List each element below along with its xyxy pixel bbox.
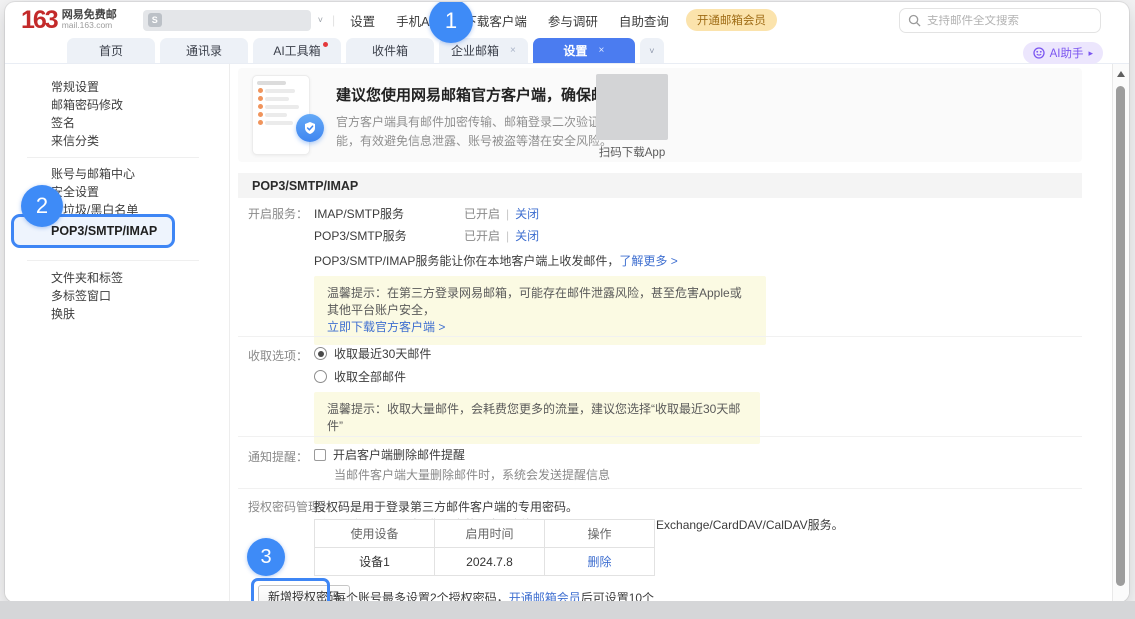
cell-enable-date: 2024.7.8	[435, 548, 545, 576]
mail-163-logo[interactable]: 163 网易免费邮 mail.163.com	[21, 8, 117, 33]
radio-recent-30-days[interactable]	[314, 347, 327, 360]
fetch-options-label: 收取选项：	[248, 347, 308, 364]
header-menu: 设置 手机App 下载客户端 参与调研 自助查询	[350, 11, 669, 30]
col-header-enable-time: 启用时间	[435, 520, 545, 548]
learn-more-link[interactable]: 了解更多 >	[619, 254, 677, 268]
services-description: POP3/SMTP/IMAP服务能让你在本地客户端上收发邮件，	[314, 254, 619, 268]
sidebar-item-multitab-window[interactable]: 多标签窗口	[51, 288, 111, 304]
services-label: 开启服务：	[248, 205, 308, 222]
mail-app-window: 163 网易免费邮 mail.163.com S ˅ | 设置 手机App 下载…	[5, 2, 1129, 602]
menu-item-settings[interactable]: 设置	[350, 11, 375, 30]
service-name: POP3/SMTP服务	[314, 227, 464, 244]
tab-contacts[interactable]: 通讯录	[160, 38, 248, 63]
section-title-bar: POP3/SMTP/IMAP	[238, 173, 1082, 198]
download-client-link[interactable]: 立即下载官方客户端 >	[327, 320, 445, 334]
qr-caption: 扫码下载App	[590, 144, 674, 160]
search-icon	[908, 14, 921, 27]
tab-settings[interactable]: 设置 ×	[533, 38, 635, 63]
vip-upgrade-pill[interactable]: 开通邮箱会员	[686, 9, 777, 31]
section-divider	[238, 436, 1082, 437]
service-status: 已开启	[464, 207, 500, 221]
menu-item-self-service[interactable]: 自助查询	[619, 11, 669, 30]
new-badge-dot	[323, 42, 328, 47]
top-header: 163 网易免费邮 mail.163.com S ˅ | 设置 手机App 下载…	[5, 2, 1129, 38]
search-input[interactable]	[927, 15, 1092, 27]
tab-ai-toolbox[interactable]: AI工具箱	[253, 38, 341, 63]
scroll-up-icon[interactable]	[1117, 71, 1125, 77]
service-status: 已开启	[464, 229, 500, 243]
service-name: IMAP/SMTP服务	[314, 205, 464, 222]
menu-item-survey[interactable]: 参与调研	[548, 11, 598, 30]
authcode-desc-1: 授权码是用于登录第三方邮件客户端的专用密码。	[314, 498, 578, 515]
scrollbar-thumb[interactable]	[1116, 86, 1125, 586]
sidebar-item-general-settings[interactable]: 常规设置	[51, 79, 99, 95]
sidebar-divider	[27, 260, 199, 261]
col-header-actions: 操作	[545, 520, 655, 548]
step-2-badge: 2	[21, 185, 63, 227]
sidebar-item-pop3-smtp-imap[interactable]: POP3/SMTP/IMAP	[51, 223, 157, 239]
banner-body-line2: 能，有效避免信息泄露、账号被盗等潜在安全风险。	[336, 132, 612, 149]
step-3-badge: 3	[247, 538, 285, 576]
vertical-scrollbar[interactable]	[1112, 64, 1129, 602]
delete-authcode-link[interactable]: 删除	[587, 555, 611, 569]
logo-domain-text: mail.163.com	[62, 21, 117, 30]
desktop-background-strip	[0, 601, 1135, 619]
mail-app-thumbnail	[252, 75, 310, 155]
sidebar-item-mail-classify[interactable]: 来信分类	[51, 133, 99, 149]
chevron-down-icon[interactable]: ˅	[318, 15, 323, 25]
account-avatar: S	[148, 13, 162, 27]
table-row: 设备1 2024.7.8 删除	[315, 548, 655, 576]
radio-label: 收取最近30天邮件	[334, 347, 431, 361]
settings-content: 建议您使用网易邮箱官方客户端，确保邮箱安全 官方客户端具有邮件加密传输、邮箱登录…	[230, 64, 1112, 602]
third-party-warning-box: 温馨提示：在第三方登录网易邮箱，可能存在邮件泄露风险，甚至危害Apple或其他平…	[314, 276, 766, 345]
close-service-link[interactable]: 关闭	[515, 207, 539, 221]
sidebar-divider	[27, 157, 199, 158]
tab-inbox[interactable]: 收件箱	[346, 38, 434, 63]
chevron-right-icon: ▸	[1088, 48, 1093, 59]
radio-label: 收取全部邮件	[334, 370, 406, 384]
header-divider: |	[332, 13, 335, 27]
radio-all-mail[interactable]	[314, 370, 327, 383]
close-icon[interactable]: ×	[598, 45, 604, 56]
tab-overflow-chevron[interactable]: ˅	[640, 38, 664, 63]
tab-bar: 首页 通讯录 AI工具箱 收件箱 企业邮箱 × 设置 × ˅ AI助手 ▸	[5, 38, 1129, 64]
close-icon[interactable]: ×	[510, 45, 516, 56]
cell-device-name: 设备1	[315, 548, 435, 576]
section-divider	[238, 336, 1082, 337]
sidebar-item-skin[interactable]: 换肤	[51, 306, 75, 322]
notify-hint: 当邮件客户端大量删除邮件时，系统会发送提醒信息	[334, 466, 610, 483]
warning-text: 温馨提示：在第三方登录网易邮箱，可能存在邮件泄露风险，甚至危害Apple或其他平…	[327, 286, 742, 317]
sidebar-item-password-change[interactable]: 邮箱密码修改	[51, 97, 123, 113]
sidebar-item-signature[interactable]: 签名	[51, 115, 75, 131]
close-service-link[interactable]: 关闭	[515, 229, 539, 243]
authcode-device-table: 使用设备 启用时间 操作 设备1 2024.7.8 删除	[314, 519, 655, 576]
menu-item-download-client[interactable]: 下载客户端	[464, 11, 527, 30]
notify-label: 通知提醒：	[248, 448, 308, 465]
search-box[interactable]	[899, 8, 1101, 33]
section-divider	[238, 488, 1082, 489]
logo-163-text: 163	[21, 8, 57, 33]
checkbox-label: 开启客户端删除邮件提醒	[333, 448, 465, 462]
sidebar-item-folders-tags[interactable]: 文件夹和标签	[51, 270, 123, 286]
settings-sidebar: 常规设置 邮箱密码修改 签名 来信分类 账号与邮箱中心 安全设置 反垃圾/黑白名…	[5, 64, 230, 602]
col-header-device: 使用设备	[315, 520, 435, 548]
qr-code-placeholder	[596, 74, 668, 140]
delete-notify-checkbox[interactable]	[314, 449, 326, 461]
warning-text: 温馨提示：收取大量邮件，会耗费您更多的流量，建议您选择“收取最近30天邮件”	[327, 402, 740, 433]
chevron-down-icon: ˅	[649, 46, 654, 56]
ai-assistant-icon	[1033, 47, 1045, 59]
official-client-banner: 建议您使用网易邮箱官方客户端，确保邮箱安全 官方客户端具有邮件加密传输、邮箱登录…	[238, 68, 1082, 162]
tab-home[interactable]: 首页	[67, 38, 155, 63]
account-selector[interactable]: S	[143, 10, 311, 31]
shield-check-icon	[296, 114, 324, 142]
sidebar-item-account-center[interactable]: 账号与邮箱中心	[51, 166, 135, 182]
ai-assistant-button[interactable]: AI助手 ▸	[1023, 42, 1103, 64]
table-header-row: 使用设备 启用时间 操作	[315, 520, 655, 548]
